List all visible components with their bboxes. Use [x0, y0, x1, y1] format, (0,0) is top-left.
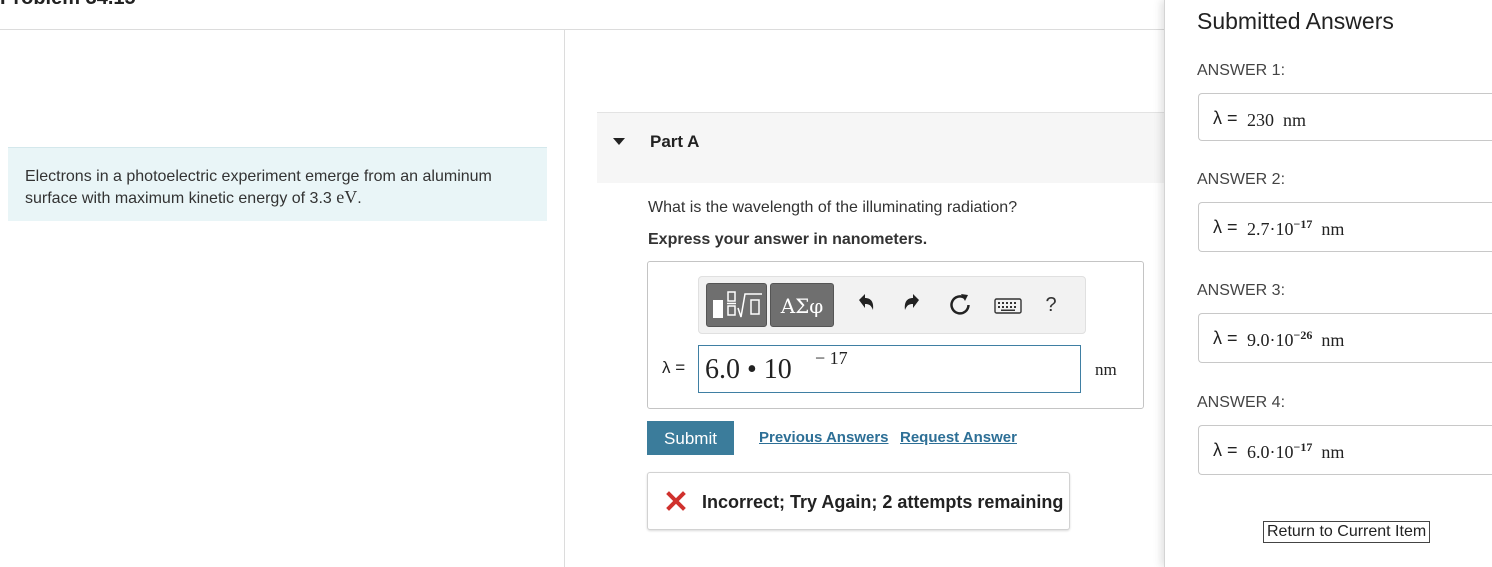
problem-text-end: .: [357, 190, 362, 207]
redo-button[interactable]: [895, 283, 929, 327]
answer-value: 6.0·10−17 nm: [1247, 440, 1345, 462]
answer-input[interactable]: 6.0 • 10 − 17: [698, 345, 1081, 393]
part-title: Part A: [650, 132, 700, 151]
answer-value: 2.7·10−17 nm: [1247, 217, 1345, 239]
answer-label: ANSWER 4:: [1197, 394, 1286, 411]
submitted-answers-panel: Submitted Answers ANSWER 1: λ = 230 nm A…: [1164, 0, 1492, 567]
return-to-current-item-button[interactable]: Return to Current Item: [1263, 521, 1431, 543]
undo-icon: [859, 294, 874, 310]
reset-button[interactable]: [943, 283, 977, 327]
submit-button[interactable]: Submit: [647, 421, 734, 455]
answer-mantissa: 6.0 • 10: [705, 354, 792, 385]
answer-variable: λ =: [1213, 108, 1238, 128]
reset-icon: [950, 294, 970, 315]
feedback-message: Incorrect; Try Again; 2 attempts remaini…: [647, 472, 1070, 530]
answer-panel: ΑΣφ ? λ = 6.0 • 10 − 17 nm: [647, 261, 1144, 409]
answer-variable: λ =: [1213, 440, 1238, 460]
incorrect-x-icon: [666, 491, 686, 511]
greek-symbols-button[interactable]: ΑΣφ: [770, 283, 834, 327]
instruction-text: Express your answer in nanometers.: [648, 231, 928, 248]
header-divider: [0, 29, 1164, 30]
problem-statement: Electrons in a photoelectric experiment …: [8, 147, 547, 221]
help-button[interactable]: ?: [1036, 283, 1066, 327]
redo-icon: [904, 294, 919, 310]
answer-value: 9.0·10−26 nm: [1247, 328, 1345, 350]
submitted-answer: λ = 9.0·10−26 nm: [1198, 313, 1492, 363]
collapse-caret-icon[interactable]: [613, 138, 625, 145]
template-icon: [713, 291, 762, 318]
part-header[interactable]: Part A: [597, 112, 1164, 183]
answer-exponent: − 17: [815, 348, 848, 368]
column-divider: [564, 30, 565, 567]
answer-variable: λ =: [1213, 328, 1238, 348]
feedback-text: Incorrect; Try Again; 2 attempts remaini…: [702, 492, 1064, 512]
previous-answers-link[interactable]: Previous Answers: [759, 429, 889, 446]
submitted-answer: λ = 230 nm: [1198, 93, 1492, 141]
templates-button[interactable]: [706, 283, 767, 327]
submitted-answer: λ = 2.7·10−17 nm: [1198, 202, 1492, 252]
answer-variable: λ =: [1213, 217, 1238, 237]
unit-label: nm: [1095, 360, 1117, 379]
question-text: What is the wavelength of the illuminati…: [648, 199, 1018, 216]
keyboard-icon: [994, 298, 1022, 314]
math-toolbar: ΑΣφ ?: [698, 276, 1086, 334]
keyboard-button[interactable]: [988, 283, 1028, 327]
answer-value: 230 nm: [1247, 110, 1307, 130]
submitted-answers-title: Submitted Answers: [1197, 8, 1394, 34]
variable-label: λ =: [662, 358, 686, 377]
problem-unit: eV: [336, 187, 358, 207]
problem-title: Problem 34.15: [0, 0, 136, 10]
submitted-answer: λ = 6.0·10−17 nm: [1198, 425, 1492, 475]
answer-label: ANSWER 3:: [1197, 282, 1286, 299]
answer-label: ANSWER 2:: [1197, 171, 1286, 188]
undo-button[interactable]: [849, 283, 883, 327]
answer-label: ANSWER 1:: [1197, 62, 1286, 79]
problem-text: Electrons in a photoelectric experiment …: [25, 168, 492, 207]
request-answer-link[interactable]: Request Answer: [900, 429, 1017, 446]
